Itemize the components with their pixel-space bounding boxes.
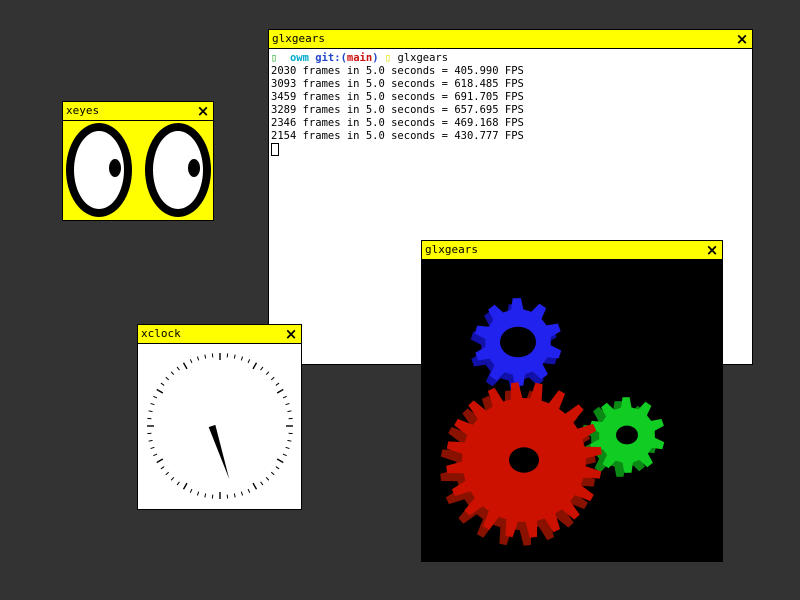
clock-tick [252, 482, 258, 490]
glxgears-window[interactable]: glxgears × [421, 240, 723, 562]
clock-tick [182, 362, 188, 370]
clock-tick [247, 359, 251, 364]
clock-hand [208, 424, 230, 480]
clock-tick [265, 371, 270, 376]
clock-tick [196, 356, 200, 361]
prompt-git-suffix: ) [372, 52, 379, 64]
right-pupil [188, 159, 200, 177]
clock-tick [276, 388, 284, 394]
clock-tick [275, 466, 280, 470]
prompt-marker: ▯ [271, 52, 278, 64]
clock-tick [276, 458, 284, 464]
xeyes-window[interactable]: xeyes × [62, 101, 214, 221]
prompt-git-prefix: git:( [315, 52, 347, 64]
xeyes-title: xeyes [66, 104, 100, 117]
clock-tick [260, 481, 264, 486]
prompt-branch: main [346, 52, 373, 64]
glxgears-content [422, 260, 722, 561]
clock-tick [150, 402, 155, 406]
clock-tick [160, 382, 165, 386]
clock-tick [148, 410, 153, 413]
clock-ticks [147, 353, 293, 499]
terminal-output-line: 2154 frames in 5.0 seconds = 430.777 FPS [271, 130, 524, 142]
clock-tick [247, 488, 251, 493]
clock-tick [265, 476, 270, 481]
text-cursor [271, 143, 279, 156]
clock-tick [282, 453, 287, 457]
green-gear [581, 397, 665, 477]
clock-tick [285, 446, 290, 450]
clock-tick [165, 376, 170, 381]
close-icon[interactable]: × [196, 102, 210, 120]
prompt-cwd: owm [289, 52, 309, 64]
glxgears-title: glxgears [425, 243, 478, 256]
clock-tick [285, 402, 290, 406]
clock-tick [282, 395, 287, 399]
clock-tick [287, 439, 292, 442]
clock-tick [176, 481, 180, 486]
xclock-content [138, 344, 301, 509]
close-icon[interactable]: × [735, 30, 749, 48]
clock-tick [189, 488, 193, 493]
clock-tick [196, 491, 200, 496]
xclock-title: xclock [141, 327, 181, 340]
clock-tick [240, 356, 244, 361]
clock-tick [233, 354, 236, 359]
clock-tick [275, 382, 280, 386]
close-icon[interactable]: × [705, 241, 719, 259]
clock-tick [240, 491, 244, 496]
terminal-output-line: 3289 frames in 5.0 seconds = 657.695 FPS [271, 104, 524, 116]
clock-tick [204, 493, 207, 498]
terminal-titlebar[interactable]: glxgears × [269, 30, 752, 49]
clock-tick [287, 410, 292, 413]
xclock-window[interactable]: xclock × [137, 324, 302, 510]
terminal-cursor-line [271, 143, 750, 156]
glxgears-titlebar[interactable]: glxgears × [422, 241, 722, 260]
red-gear [440, 382, 602, 546]
terminal-output-line: 3459 frames in 5.0 seconds = 691.705 FPS [271, 91, 524, 103]
terminal-title: glxgears [272, 32, 325, 45]
close-icon[interactable]: × [284, 325, 298, 343]
terminal-output-line: 2030 frames in 5.0 seconds = 405.990 FPS [271, 65, 524, 77]
clock-tick [270, 376, 275, 381]
clock-tick [189, 359, 193, 364]
clock-tick [170, 476, 175, 481]
clock-tick [156, 388, 164, 394]
eyes-graphic [66, 123, 211, 217]
clock-tick [260, 366, 264, 371]
clock-tick [176, 366, 180, 371]
clock-tick [270, 471, 275, 476]
xeyes-titlebar[interactable]: xeyes × [63, 102, 213, 121]
right-eye [145, 123, 211, 217]
terminal-output-line: 2346 frames in 5.0 seconds = 469.168 FPS [271, 117, 524, 129]
xeyes-content [63, 121, 213, 220]
prompt-arrow: ▯ [384, 52, 392, 64]
clock-tick [204, 354, 207, 359]
terminal-output-line: 3093 frames in 5.0 seconds = 618.485 FPS [271, 78, 524, 90]
clock-face [147, 353, 293, 499]
terminal-prompt: ▯ owm git:(main) ▯ glxgears [271, 52, 750, 65]
blue-gear [470, 298, 562, 392]
left-pupil [109, 159, 121, 177]
clock-tick [233, 493, 236, 498]
clock-tick [160, 466, 165, 470]
clock-tick [153, 453, 158, 457]
gears-render [440, 298, 665, 546]
clock-tick [165, 471, 170, 476]
xclock-titlebar[interactable]: xclock × [138, 325, 301, 344]
left-eye [66, 123, 132, 217]
prompt-command: glxgears [397, 52, 449, 64]
clock-tick [156, 458, 164, 464]
clock-tick [252, 362, 258, 370]
clock-tick [150, 446, 155, 450]
clock-tick [148, 439, 153, 442]
desktop: { "terminal": { "title": "glxgears", "cl… [0, 0, 800, 600]
clock-tick [153, 395, 158, 399]
clock-tick [170, 371, 175, 376]
clock-tick [182, 482, 188, 490]
